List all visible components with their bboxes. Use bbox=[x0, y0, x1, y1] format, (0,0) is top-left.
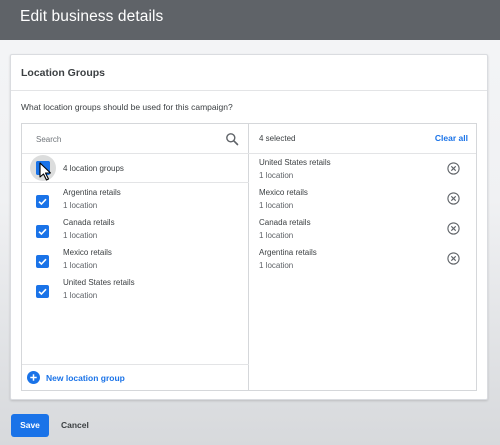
list-item-count: 1 location bbox=[63, 231, 98, 240]
available-groups-column: 4 location groups Argentina retails 1 lo… bbox=[22, 124, 249, 390]
checkbox-checked-icon[interactable] bbox=[36, 255, 49, 268]
list-item-name: United States retails bbox=[63, 278, 135, 287]
list-item-count: 1 location bbox=[63, 261, 98, 270]
location-picker: 4 location groups Argentina retails 1 lo… bbox=[21, 123, 477, 391]
list-item-name: Argentina retails bbox=[63, 188, 121, 197]
selected-groups-column: 4 selected Clear all United States retai… bbox=[249, 124, 476, 390]
remove-circle-icon[interactable] bbox=[447, 162, 460, 175]
group-count-label: 4 location groups bbox=[63, 164, 124, 173]
remove-circle-icon[interactable] bbox=[447, 222, 460, 235]
list-item[interactable]: Mexico retails 1 location bbox=[22, 246, 249, 276]
list-item-count: 1 location bbox=[63, 201, 98, 210]
search-input[interactable] bbox=[36, 132, 216, 146]
card-title: Location Groups bbox=[21, 67, 105, 79]
selected-count: 4 selected bbox=[259, 134, 296, 143]
clear-all-button[interactable]: Clear all bbox=[435, 133, 468, 143]
selected-item-count: 1 location bbox=[259, 261, 294, 270]
search-icon[interactable] bbox=[225, 132, 239, 146]
location-groups-card: Location Groups What location groups sho… bbox=[10, 54, 488, 400]
selected-item-count: 1 location bbox=[259, 171, 294, 180]
card-divider bbox=[11, 90, 487, 91]
selected-header: 4 selected Clear all bbox=[249, 124, 476, 154]
selected-item-name: United States retails bbox=[259, 158, 331, 167]
selected-item: Mexico retails 1 location bbox=[249, 186, 476, 216]
checkbox-checked-icon[interactable] bbox=[36, 195, 49, 208]
selected-item-count: 1 location bbox=[259, 201, 294, 210]
selected-item-name: Mexico retails bbox=[259, 188, 308, 197]
card-question: What location groups should be used for … bbox=[21, 102, 233, 112]
select-all-row: 4 location groups bbox=[22, 154, 249, 183]
new-location-group-label: New location group bbox=[46, 373, 125, 383]
search-row bbox=[22, 124, 249, 154]
checkbox-checked-icon[interactable] bbox=[36, 285, 49, 298]
new-location-group-button[interactable]: New location group bbox=[22, 364, 249, 390]
list-item-count: 1 location bbox=[63, 291, 98, 300]
list-item[interactable]: Canada retails 1 location bbox=[22, 216, 249, 246]
remove-circle-icon[interactable] bbox=[447, 192, 460, 205]
list-item[interactable]: United States retails 1 location bbox=[22, 276, 249, 306]
selected-item: Argentina retails 1 location bbox=[249, 246, 476, 276]
save-button[interactable]: Save bbox=[11, 414, 49, 437]
add-circle-icon[interactable] bbox=[27, 371, 40, 384]
list-item-name: Canada retails bbox=[63, 218, 115, 227]
cancel-button[interactable]: Cancel bbox=[61, 420, 89, 430]
mouse-pointer-icon bbox=[39, 162, 53, 182]
list-item[interactable]: Argentina retails 1 location bbox=[22, 186, 249, 216]
remove-circle-icon[interactable] bbox=[447, 252, 460, 265]
dialog-header: Edit business details bbox=[0, 0, 500, 40]
selected-item-name: Argentina retails bbox=[259, 248, 317, 257]
selected-item-count: 1 location bbox=[259, 231, 294, 240]
list-item-name: Mexico retails bbox=[63, 248, 112, 257]
selected-item: Canada retails 1 location bbox=[249, 216, 476, 246]
checkbox-checked-icon[interactable] bbox=[36, 225, 49, 238]
dialog-title: Edit business details bbox=[20, 8, 164, 25]
selected-item: United States retails 1 location bbox=[249, 156, 476, 186]
selected-item-name: Canada retails bbox=[259, 218, 311, 227]
